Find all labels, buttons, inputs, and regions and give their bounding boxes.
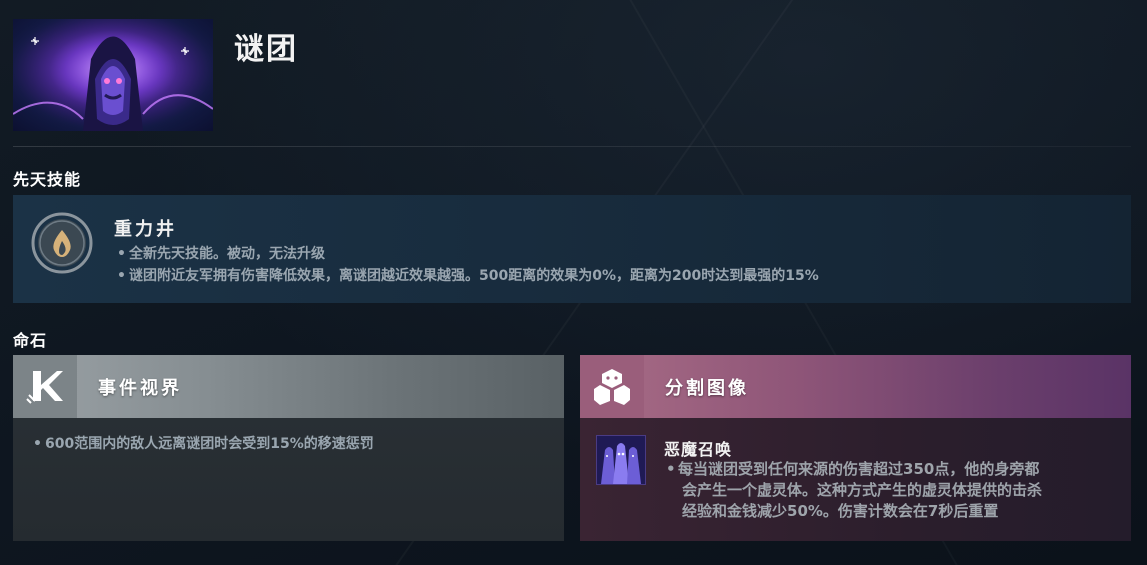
facet-description: • 600范围内的敌人远离谜团时会受到15%的移速惩罚 xyxy=(33,433,374,455)
header-divider xyxy=(13,146,1131,147)
event-horizon-icon xyxy=(13,355,77,418)
facet-title: 事件视界 xyxy=(98,378,182,399)
facet-header: 分割图像 xyxy=(580,355,1131,418)
facet-ability-line: • 每当谜团受到任何来源的伤害超过350点，他的身旁都 xyxy=(666,460,1040,478)
gravity-well-icon xyxy=(30,211,94,275)
hero-portrait xyxy=(13,19,213,131)
facet-card-event-horizon[interactable]: 事件视界 • 600范围内的敌人远离谜团时会受到15%的移速惩罚 xyxy=(13,355,564,541)
facet-ability-description: • 每当谜团受到任何来源的伤害超过350点，他的身旁都 会产生一个虚灵体。这种方式… xyxy=(666,459,1106,522)
facet-ability-line: 会产生一个虚灵体。这种方式产生的虚灵体提供的击杀 xyxy=(682,481,1043,499)
facet-ability-line: 经验和金钱减少50%。伤害计数会在7秒后重置 xyxy=(682,502,999,520)
demonic-summoning-icon xyxy=(596,435,646,485)
facets-section-title: 命石 xyxy=(13,331,48,350)
innate-section-title: 先天技能 xyxy=(13,170,82,189)
facet-title: 分割图像 xyxy=(665,378,749,399)
facet-card-split-image[interactable]: 分割图像 恶魔召唤 • 每当谜团受到任何来源的伤害超过350点，他的身旁都 会产生… xyxy=(580,355,1131,541)
split-image-icon xyxy=(580,355,644,418)
facet-ability-name: 恶魔召唤 xyxy=(664,440,733,459)
innate-ability-title: 重力井 xyxy=(114,219,177,240)
facet-header: 事件视界 xyxy=(13,355,564,418)
innate-ability-panel[interactable]: 重力井 • 全新先天技能。被动，无法升级 • 谜团附近友军拥有伤害降低效果，离谜团越… xyxy=(13,195,1131,303)
innate-line: • 全新先天技能。被动，无法升级 xyxy=(117,246,325,262)
facet-line: • 600范围内的敌人远离谜团时会受到15%的移速惩罚 xyxy=(33,436,374,452)
hero-name: 谜团 xyxy=(234,32,298,67)
innate-line: • 谜团附近友军拥有伤害降低效果，离谜团越近效果越强。500距离的效果为0%，距离… xyxy=(117,268,819,284)
innate-ability-description: • 全新先天技能。被动，无法升级 • 谜团附近友军拥有伤害降低效果，离谜团越近效果越… xyxy=(117,243,819,287)
